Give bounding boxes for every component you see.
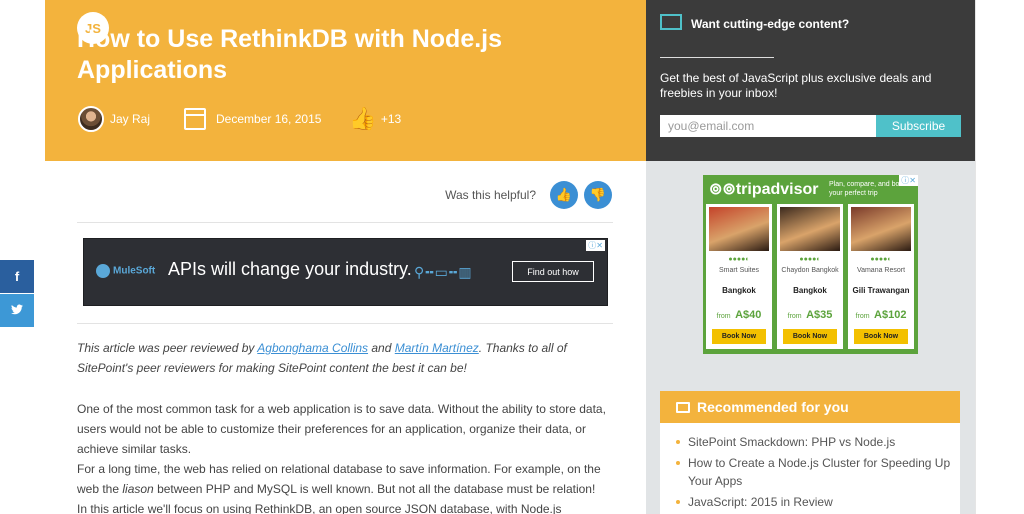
publish-date: December 16, 2015 bbox=[216, 112, 322, 126]
helpful-feedback: Was this helpful? 👍 👎 bbox=[445, 181, 612, 209]
paragraph: In this article we'll focus on using Ret… bbox=[77, 502, 562, 514]
page-title: How to Use RethinkDB with Node.js Applic… bbox=[77, 25, 503, 84]
hotel-city: Gili Trawangan bbox=[852, 286, 910, 295]
book-now-button[interactable]: Book Now bbox=[783, 329, 837, 344]
facebook-icon: f bbox=[14, 269, 20, 284]
recommended-link[interactable]: JavaScript: 2015 in Review bbox=[688, 495, 833, 509]
adchoices-icon[interactable]: ⓘ✕ bbox=[586, 240, 605, 251]
twitter-icon bbox=[11, 303, 23, 318]
recommended-link[interactable]: How to Create a Node.js Cluster for Spee… bbox=[688, 456, 950, 488]
tripadvisor-brand: tripadvisor bbox=[735, 181, 819, 198]
owl-eyes-icon: ⊚⊚ bbox=[709, 181, 736, 198]
recommended-item[interactable]: How to Create a Node.js Cluster for Spee… bbox=[676, 454, 956, 490]
thumbs-up-icon[interactable]: 👍 bbox=[349, 108, 376, 130]
price-amount: A$40 bbox=[735, 309, 762, 321]
newsletter-description: Get the best of JavaScript plus exclusiv… bbox=[660, 71, 932, 100]
recommended-link[interactable]: SitePoint Smackdown: PHP vs Node.js bbox=[688, 435, 895, 449]
price-prefix: from bbox=[855, 313, 870, 320]
tripadvisor-header: ⊚⊚tripadvisor Plan, compare, and book yo… bbox=[709, 179, 909, 199]
rating-dots-icon: ●●●●◐ bbox=[728, 256, 750, 263]
hotel-card[interactable]: ●●●●◐ Chaydon Bangkok Bangkok from A$35 … bbox=[777, 204, 843, 349]
mulesoft-ad-banner[interactable]: ⓘ✕ MuleSoft APIs will change your indust… bbox=[83, 238, 608, 306]
article-hero: JS How to Use RethinkDB with Node.js App… bbox=[45, 0, 646, 161]
hotel-city: Bangkok bbox=[793, 286, 827, 295]
recommended-item[interactable]: SitePoint Smackdown: PHP vs Node.js bbox=[676, 433, 956, 451]
recommended-item[interactable]: JavaScript: 2015 in Review bbox=[676, 493, 956, 511]
api-network-icon: ⚲╍▭╍▥ bbox=[414, 264, 473, 280]
book-now-button[interactable]: Book Now bbox=[854, 329, 908, 344]
hotel-city: Bangkok bbox=[722, 286, 756, 295]
hotel-photo bbox=[709, 207, 769, 251]
like-count: +13 bbox=[380, 112, 402, 126]
hotel-name: Vamana Resort bbox=[856, 267, 906, 274]
hotel-photo bbox=[851, 207, 911, 251]
divider bbox=[77, 222, 613, 223]
mulesoft-logo: MuleSoft bbox=[96, 264, 155, 278]
facebook-share-button[interactable]: f bbox=[0, 260, 34, 293]
peer-review-note: This article was peer reviewed by Agbong… bbox=[77, 338, 613, 378]
newsletter-signup: Want cutting-edge content? Get the best … bbox=[646, 0, 975, 161]
thumbs-down-vote-button[interactable]: 👎 bbox=[584, 181, 612, 209]
mulesoft-logo-mark bbox=[96, 264, 110, 278]
intro-middle: and bbox=[368, 341, 395, 355]
hotel-photo bbox=[780, 207, 840, 251]
recommended-title: Recommended for you bbox=[697, 399, 849, 415]
helpful-prompt: Was this helpful? bbox=[445, 188, 536, 202]
coffee-cup-icon bbox=[676, 401, 690, 413]
paragraph: One of the most common task for a web ap… bbox=[77, 402, 606, 456]
article-content: Was this helpful? 👍 👎 ⓘ✕ MuleSoft APIs w… bbox=[45, 161, 646, 514]
thumbs-up-vote-button[interactable]: 👍 bbox=[550, 181, 578, 209]
article-body: One of the most common task for a web ap… bbox=[77, 399, 613, 514]
paragraph-emphasis: liason bbox=[122, 482, 154, 496]
price-prefix: from bbox=[787, 313, 802, 320]
price-prefix: from bbox=[716, 313, 731, 320]
paragraph-text: between PHP and MySQL is well known. But… bbox=[153, 482, 596, 496]
calendar-icon bbox=[184, 108, 207, 130]
book-now-button[interactable]: Book Now bbox=[712, 329, 766, 344]
divider bbox=[77, 323, 613, 324]
hotel-price: from A$40 bbox=[706, 305, 772, 323]
adchoices-icon[interactable]: ⓘ✕ bbox=[899, 175, 918, 186]
tripadvisor-logo: ⊚⊚tripadvisor bbox=[709, 181, 819, 198]
recommended-header: Recommended for you bbox=[660, 391, 960, 423]
thumbs-down-icon: 👎 bbox=[589, 187, 607, 202]
twitter-share-button[interactable] bbox=[0, 294, 34, 327]
reviewer-link-1[interactable]: Agbonghama Collins bbox=[257, 341, 368, 355]
hotel-price: from A$35 bbox=[777, 305, 843, 323]
recommended-box: Recommended for you SitePoint Smackdown:… bbox=[660, 391, 960, 514]
paragraph: For a long time, the web has relied on r… bbox=[77, 459, 613, 499]
envelope-icon bbox=[660, 14, 682, 30]
recommended-list: SitePoint Smackdown: PHP vs Node.js How … bbox=[676, 433, 956, 514]
subscribe-button[interactable]: Subscribe bbox=[876, 115, 961, 137]
right-gutter bbox=[975, 0, 1024, 514]
thumbs-up-icon: 👍 bbox=[555, 187, 573, 202]
page: JS How to Use RethinkDB with Node.js App… bbox=[0, 0, 1024, 514]
hotel-name: Smart Suites bbox=[718, 267, 760, 274]
divider bbox=[660, 57, 774, 58]
rating-dots-icon: ●●●●◐ bbox=[799, 256, 821, 263]
price-amount: A$102 bbox=[874, 309, 907, 321]
intro-prefix: This article was peer reviewed by bbox=[77, 341, 258, 355]
article-meta: Jay Raj December 16, 2015 👍 +13 bbox=[78, 105, 401, 133]
hotel-name: Chaydon Bangkok bbox=[781, 267, 839, 274]
ad-brand: MuleSoft bbox=[113, 265, 156, 277]
ad-cta-button[interactable]: Find out how bbox=[512, 261, 594, 282]
hotel-card[interactable]: ●●●●◐ Vamana Resort Gili Trawangan from … bbox=[848, 204, 914, 349]
reviewer-link-2[interactable]: Martín Martínez bbox=[395, 341, 479, 355]
tripadvisor-ad[interactable]: ⊚⊚tripadvisor Plan, compare, and book yo… bbox=[703, 175, 918, 354]
email-field[interactable] bbox=[660, 115, 876, 137]
left-gutter bbox=[0, 0, 45, 514]
sidebar: ⊚⊚tripadvisor Plan, compare, and book yo… bbox=[646, 161, 975, 514]
rating-dots-icon: ●●●●◐ bbox=[870, 256, 892, 263]
ad-headline: APIs will change your industry. bbox=[168, 259, 412, 279]
newsletter-title: Want cutting-edge content? bbox=[691, 17, 850, 31]
author-name[interactable]: Jay Raj bbox=[110, 112, 150, 126]
price-amount: A$35 bbox=[806, 309, 833, 321]
author-avatar[interactable] bbox=[78, 106, 104, 132]
hotel-price: from A$102 bbox=[848, 305, 914, 323]
hotel-card[interactable]: ●●●●◐ Smart Suites Bangkok from A$40 Boo… bbox=[706, 204, 772, 349]
